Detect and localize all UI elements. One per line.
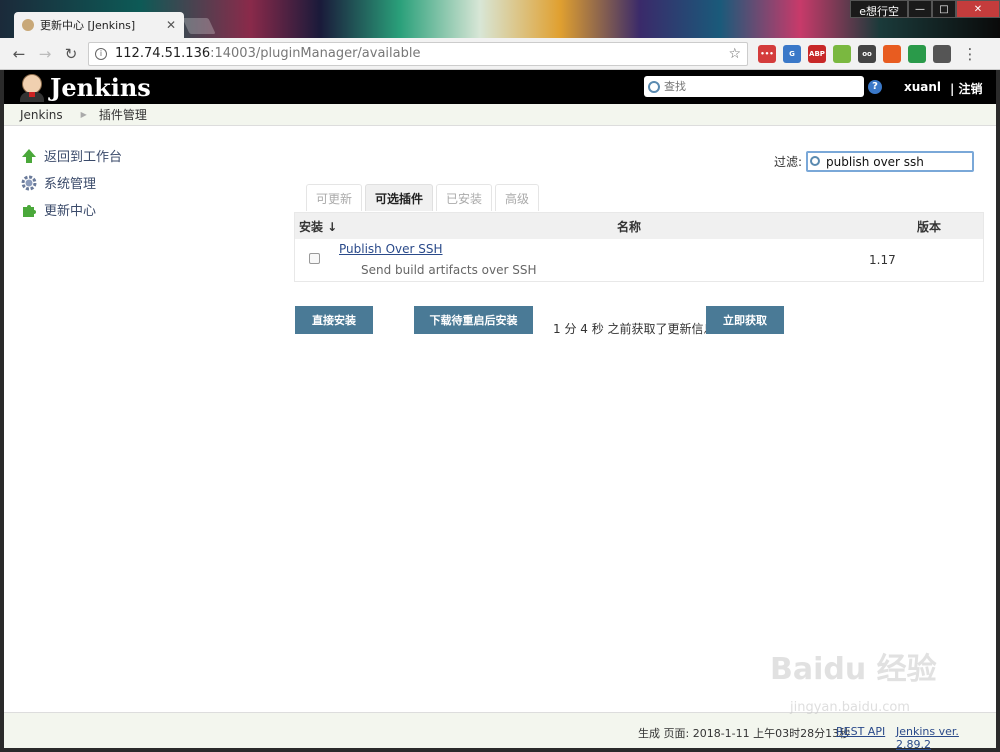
filter-input[interactable] [806, 151, 975, 172]
jenkins-butler-icon [18, 72, 46, 102]
minimize-icon[interactable]: — [908, 0, 932, 18]
plugin-name-link[interactable]: Publish Over SSH [339, 242, 443, 256]
sidebar-item-label: 返回到工作台 [44, 150, 123, 165]
search-input[interactable] [664, 80, 854, 93]
back-icon[interactable]: ← [8, 43, 30, 65]
gear-icon [20, 174, 38, 192]
reload-icon[interactable]: ↻ [60, 43, 82, 65]
extension-icon[interactable] [908, 44, 926, 63]
sidebar-item-dashboard[interactable]: 返回到工作台 [20, 142, 220, 169]
plugin-description: Send build artifacts over SSH [361, 263, 537, 277]
sidebar-item-label: 系统管理 [44, 177, 97, 192]
bookmark-star-icon[interactable]: ☆ [728, 46, 741, 62]
jenkins-logo[interactable]: Jenkins [18, 72, 151, 102]
tab-advanced[interactable]: 高级 [495, 184, 540, 211]
puzzle-icon [20, 201, 38, 219]
sidebar-item-manage[interactable]: 系统管理 [20, 169, 220, 196]
page-footer: 生成 页面: 2018-1-11 上午03时28分13秒 REST API Je… [4, 712, 996, 751]
extension-icon[interactable]: oo [858, 44, 876, 63]
install-after-restart-button[interactable]: 下载待重启后安装 [414, 306, 533, 334]
table-header: 安装 ↓ 名称 版本 [295, 213, 983, 239]
extension-icon[interactable]: ••• [758, 44, 776, 63]
filter-search-icon [810, 156, 820, 166]
extension-icons: ••• G ABP oo [758, 44, 951, 63]
breadcrumb-jenkins[interactable]: Jenkins [20, 108, 63, 122]
url-path: :14003/pluginManager/available [210, 46, 421, 61]
browser-menu-icon[interactable]: ⋮ [959, 43, 981, 65]
browser-titlebar: 更新中心 [Jenkins] ✕ e想行空 — □ ✕ [0, 0, 1000, 38]
extension-icon[interactable]: ABP [808, 44, 826, 63]
url-host: 112.74.51.136 [115, 46, 211, 61]
user-link[interactable]: xuanl [904, 80, 941, 94]
window-user-badge[interactable]: e想行空 [850, 0, 908, 18]
jenkins-header: Jenkins ? xuanl | 注销 [4, 70, 996, 104]
up-arrow-icon [20, 147, 38, 165]
check-now-button[interactable]: 立即获取 [706, 306, 784, 334]
plugin-table: 安装 ↓ 名称 版本 Publish Over SSH Send build a… [294, 212, 984, 282]
tab-updates[interactable]: 可更新 [306, 184, 363, 211]
browser-toolbar: ← → ↻ i 112.74.51.136:14003/pluginManage… [0, 38, 1000, 70]
new-tab-button[interactable] [182, 18, 216, 34]
plugin-version: 1.17 [869, 253, 896, 267]
sidebar-item-label: 更新中心 [44, 204, 97, 219]
generated-timestamp: 生成 页面: 2018-1-11 上午03时28分13秒 [638, 727, 851, 740]
extension-icon[interactable] [883, 44, 901, 63]
breadcrumb-plugin-manager[interactable]: 插件管理 [99, 106, 147, 123]
baidu-watermark: Baidu 经验 [770, 652, 937, 687]
column-name[interactable]: 名称 [355, 218, 903, 235]
filter-label: 过滤: [774, 155, 803, 169]
address-bar[interactable]: i 112.74.51.136:14003/pluginManager/avai… [88, 41, 748, 66]
column-version[interactable]: 版本 [903, 218, 983, 235]
extension-icon[interactable] [933, 44, 951, 63]
baidu-watermark-url: jingyan.baidu.com [790, 700, 910, 715]
jenkins-version-link[interactable]: Jenkins ver. 2.89.2 [896, 725, 996, 751]
search-icon [648, 80, 660, 93]
close-window-icon[interactable]: ✕ [956, 0, 1000, 18]
install-checkbox[interactable] [309, 253, 320, 264]
maximize-icon[interactable]: □ [932, 0, 956, 18]
side-panel: 返回到工作台 系统管理 更新中心 [20, 142, 220, 223]
breadcrumb: Jenkins ▶ 插件管理 [4, 104, 996, 126]
tab-title: 更新中心 [Jenkins] [40, 19, 136, 32]
forward-icon[interactable]: → [34, 43, 56, 65]
window-controls: e想行空 — □ ✕ [850, 0, 1000, 18]
action-bar: 直接安装 下载待重启后安装 1 分 4 秒 之前获取了更新信息 立即获取 [294, 306, 984, 336]
filter-box: 过滤: [774, 151, 975, 172]
brand-title: Jenkins [50, 72, 151, 102]
breadcrumb-separator-icon: ▶ [80, 110, 87, 119]
help-icon[interactable]: ? [868, 80, 882, 94]
install-now-button[interactable]: 直接安装 [295, 306, 373, 334]
table-row: Publish Over SSH Send build artifacts ov… [295, 239, 983, 281]
info-icon[interactable]: i [95, 47, 107, 60]
tab-installed[interactable]: 已安装 [436, 184, 493, 211]
tab-available[interactable]: 可选插件 [365, 184, 434, 211]
sidebar-item-update-center[interactable]: 更新中心 [20, 196, 220, 223]
update-status-text: 1 分 4 秒 之前获取了更新信息 [553, 322, 716, 336]
browser-tab[interactable]: 更新中心 [Jenkins] ✕ [14, 12, 184, 38]
column-install[interactable]: 安装 ↓ [295, 218, 355, 235]
logout-link[interactable]: | 注销 [950, 80, 983, 97]
extension-icon[interactable]: G [783, 44, 801, 63]
rest-api-link[interactable]: REST API [836, 725, 885, 738]
jenkins-favicon-icon [22, 19, 34, 31]
plugin-tabs: 可更新 可选插件 已安装 高级 [306, 184, 540, 211]
extension-icon[interactable] [833, 44, 851, 63]
header-search[interactable] [644, 76, 864, 97]
tab-close-icon[interactable]: ✕ [166, 18, 176, 32]
